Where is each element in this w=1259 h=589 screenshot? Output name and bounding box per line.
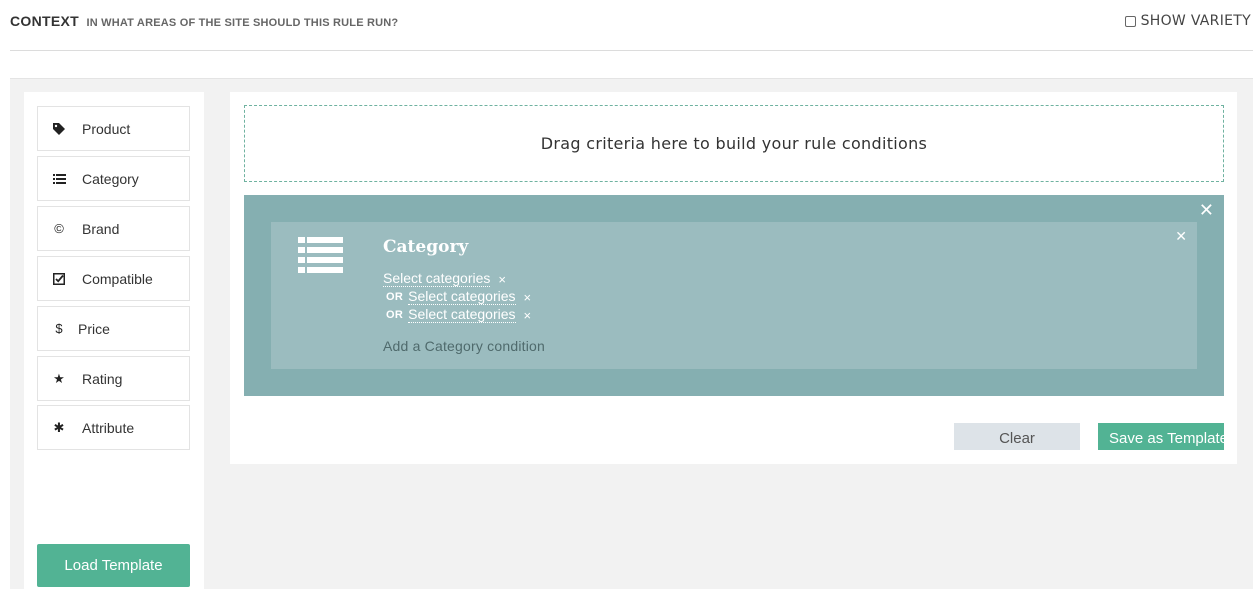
dollar-icon: $ [55,321,63,336]
criteria-label: Compatible [82,270,153,287]
asterisk-icon: ✱ [53,419,65,435]
add-category-condition-link[interactable]: Add a Category condition [383,338,545,354]
copyright-icon: © [54,221,64,236]
show-variety-checkbox[interactable] [1124,15,1136,27]
condition-title: Category [383,237,469,257]
rule-conditions-area: Drag criteria here to build your rule co… [230,92,1237,464]
criteria-sidebar: Product Category © Brand Compatible $ Pr… [24,92,204,589]
clear-button[interactable]: Clear [954,423,1080,450]
rule-builder-panel: Product Category © Brand Compatible $ Pr… [10,78,1253,589]
category-value-row: OR Select categories × [383,306,531,324]
category-value-list: Select categories × OR Select categories… [383,270,531,324]
save-as-template-button[interactable]: Save as Template [1098,423,1224,450]
select-categories-link[interactable]: Select categories [383,271,491,287]
criteria-category[interactable]: Category [37,156,190,201]
section-subtitle: IN WHAT AREAS OF THE SITE SHOULD THIS RU… [86,17,399,29]
remove-value-icon[interactable]: × [524,290,532,305]
category-value-row: OR Select categories × [383,288,531,306]
criteria-label: Attribute [82,419,135,436]
criteria-price[interactable]: $ Price [37,306,190,351]
load-template-button[interactable]: Load Template [37,544,190,587]
check-square-icon [52,272,66,285]
dropzone-text: Drag criteria here to build your rule co… [540,134,928,153]
criteria-brand[interactable]: © Brand [37,206,190,251]
section-title: CONTEXT IN WHAT AREAS OF THE SITE SHOULD… [10,13,398,31]
criteria-compatible[interactable]: Compatible [37,256,190,301]
remove-condition-close-icon[interactable]: ✕ [1175,230,1187,244]
criteria-rating[interactable]: ★ Rating [37,356,190,401]
show-variety-label: SHOW VARIETY [1140,13,1251,29]
criteria-label: Price [78,320,110,337]
remove-value-icon[interactable]: × [524,308,532,323]
criteria-label: Rating [82,370,123,387]
criteria-attribute[interactable]: ✱ Attribute [37,405,190,450]
criteria-label: Brand [82,220,120,237]
context-header: CONTEXT IN WHAT AREAS OF THE SITE SHOULD… [10,0,1253,51]
category-value-row: Select categories × [383,270,531,288]
or-label: OR [386,291,404,303]
category-condition-card: ✕ Category Select categories × OR Select [271,222,1197,369]
list-icon [52,173,66,184]
criteria-dropzone[interactable]: Drag criteria here to build your rule co… [244,105,1224,182]
remove-value-icon[interactable]: × [498,272,506,287]
remove-group-close-icon[interactable]: ✕ [1199,202,1214,220]
criteria-label: Product [82,120,131,137]
select-categories-link[interactable]: Select categories [408,307,516,323]
condition-group: ✕ ✕ Category Select categories × OR Sele… [244,195,1224,396]
list-icon [298,237,343,273]
section-title-label: CONTEXT [10,13,79,29]
criteria-label: Category [82,170,139,187]
show-variety-toggle[interactable]: SHOW VARIETY [1124,13,1251,29]
or-label: OR [386,309,404,321]
tag-icon [52,122,66,135]
criteria-product[interactable]: Product [37,106,190,151]
star-icon: ★ [53,370,65,386]
select-categories-link[interactable]: Select categories [408,289,516,305]
